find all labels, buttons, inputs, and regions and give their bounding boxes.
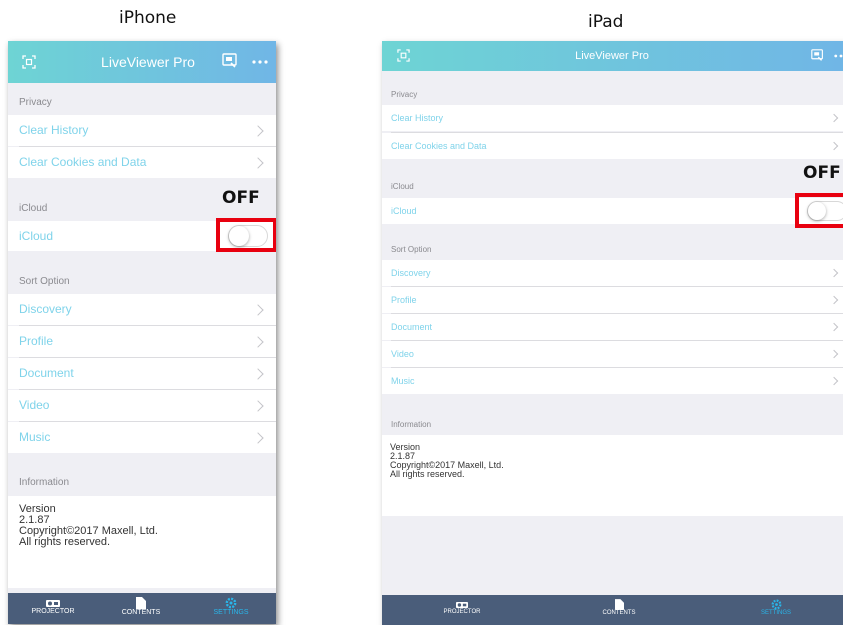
chevron-right-icon (252, 367, 264, 380)
version-label: Version (390, 442, 421, 452)
off-annotation: OFF (222, 188, 260, 208)
row-label: Clear History (19, 123, 89, 137)
chevron-right-icon (252, 399, 264, 412)
scan-qr-icon[interactable] (397, 49, 410, 62)
highlight-box (795, 193, 843, 228)
off-annotation: OFF (803, 163, 841, 183)
section-privacy: Privacy (19, 97, 52, 108)
row-clear-cookies[interactable]: Clear Cookies and Data (382, 133, 843, 159)
row-label: Document (19, 366, 74, 380)
section-icloud: iCloud (391, 182, 414, 191)
iphone-caption: iPhone (119, 8, 177, 28)
nav-bar: LiveViewer Pro (382, 41, 843, 71)
row-label: Clear History (391, 113, 444, 123)
tab-label: CONTENTS (602, 610, 636, 616)
gear-icon (771, 599, 781, 610)
ipad-caption: iPad (588, 12, 624, 32)
iphone-screen: LiveViewer Pro Privacy Clear History Cle… (8, 41, 276, 624)
screen-mirror-icon[interactable] (222, 53, 238, 69)
chevron-right-icon (252, 303, 264, 316)
gear-icon (225, 597, 237, 609)
more-icon[interactable] (252, 60, 268, 64)
section-information: Information (19, 477, 70, 488)
tab-label: PROJECTOR (443, 609, 481, 615)
chevron-right-icon (829, 349, 839, 359)
nav-bar: LiveViewer Pro (8, 41, 276, 83)
tab-label: PROJECTOR (31, 608, 75, 615)
projector-icon (46, 600, 60, 607)
chevron-right-icon (829, 295, 839, 305)
tab-projector[interactable]: PROJECTOR (18, 593, 88, 615)
row-label: Document (391, 322, 433, 332)
chevron-right-icon (829, 376, 839, 386)
section-sort: Sort Option (19, 276, 70, 287)
row-label: Clear Cookies and Data (391, 141, 487, 151)
row-label: Music (391, 376, 415, 386)
row-clear-history[interactable]: Clear History (8, 115, 276, 146)
row-profile[interactable]: Profile (8, 326, 276, 357)
app-title: LiveViewer Pro (101, 54, 195, 70)
row-music[interactable]: Music (382, 368, 843, 394)
section-privacy: Privacy (391, 90, 418, 99)
projector-icon (456, 602, 468, 608)
tab-contents[interactable]: CONTENTS (579, 595, 659, 616)
tab-bar: PROJECTOR CONTENTS SETTINGS (8, 593, 276, 624)
chevron-right-icon (252, 431, 264, 444)
tab-bar: PROJECTOR CONTENTS SETTINGS (382, 595, 843, 625)
document-icon (614, 599, 624, 610)
chevron-right-icon (829, 141, 839, 151)
tab-settings[interactable]: SETTINGS (196, 593, 266, 616)
row-discovery[interactable]: Discovery (8, 294, 276, 325)
row-video[interactable]: Video (382, 341, 843, 367)
app-title: LiveViewer Pro (575, 50, 649, 62)
row-clear-cookies[interactable]: Clear Cookies and Data (8, 147, 276, 178)
row-label: Profile (19, 334, 54, 348)
section-information: Information (391, 420, 432, 429)
row-label: iCloud (19, 229, 54, 243)
row-label: iCloud (391, 206, 417, 216)
row-music[interactable]: Music (8, 422, 276, 453)
highlight-box (216, 218, 276, 252)
row-label: Video (391, 349, 414, 359)
rights-text: All rights reserved. (19, 536, 111, 548)
chevron-right-icon (252, 335, 264, 348)
ipad-screen: LiveViewer Pro Privacy Clear History Cle… (382, 41, 843, 625)
row-label: Discovery (391, 268, 431, 278)
tab-label: CONTENTS (121, 609, 161, 616)
chevron-right-icon (829, 113, 839, 123)
rights-text: All rights reserved. (390, 469, 465, 479)
row-document[interactable]: Document (382, 314, 843, 340)
screen-mirror-icon[interactable] (811, 49, 824, 62)
row-label: Video (19, 398, 50, 412)
info-block: Version 2.1.87 Copyright©2017 Maxell, Lt… (8, 496, 276, 588)
tab-projector[interactable]: PROJECTOR (422, 595, 502, 615)
document-icon (136, 597, 146, 609)
tab-label: SETTINGS (760, 610, 791, 616)
row-label: Clear Cookies and Data (19, 155, 147, 169)
row-label: Discovery (19, 302, 72, 316)
chevron-right-icon (829, 322, 839, 332)
chevron-right-icon (252, 124, 264, 137)
tab-contents[interactable]: CONTENTS (106, 593, 176, 616)
row-label: Music (19, 430, 51, 444)
row-discovery[interactable]: Discovery (382, 260, 843, 286)
section-sort: Sort Option (391, 245, 432, 254)
tab-label: SETTINGS (213, 609, 249, 616)
row-document[interactable]: Document (8, 358, 276, 389)
version-label: Version (19, 503, 56, 515)
tab-settings[interactable]: SETTINGS (736, 595, 816, 616)
row-clear-history[interactable]: Clear History (382, 105, 843, 131)
row-video[interactable]: Video (8, 390, 276, 421)
chevron-right-icon (252, 156, 264, 169)
scan-qr-icon[interactable] (22, 55, 36, 69)
row-profile[interactable]: Profile (382, 287, 843, 313)
row-icloud: iCloud (382, 198, 843, 224)
info-block: Version 2.1.87 Copyright©2017 Maxell, Lt… (382, 435, 843, 516)
more-icon[interactable] (834, 54, 843, 58)
chevron-right-icon (829, 268, 839, 278)
row-label: Profile (391, 295, 417, 305)
